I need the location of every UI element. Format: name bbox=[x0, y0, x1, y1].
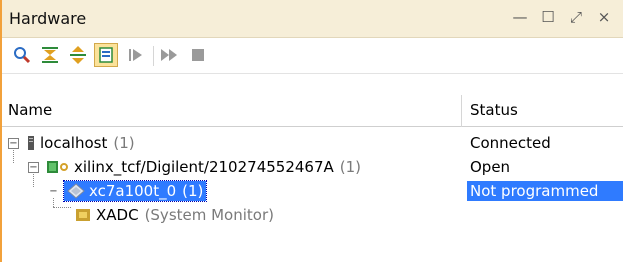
close-icon[interactable]: × bbox=[595, 6, 613, 28]
stop-trigger-icon[interactable] bbox=[186, 43, 210, 67]
run-trigger-icon[interactable] bbox=[124, 43, 148, 67]
status-cell: Connected bbox=[470, 134, 551, 152]
float-icon[interactable]: ⤢ bbox=[567, 6, 585, 28]
collapse-icon[interactable]: − bbox=[8, 138, 19, 149]
maximize-icon[interactable]: ☐ bbox=[539, 6, 557, 28]
tree-node: localhost (1) bbox=[26, 133, 135, 153]
panel-title-bar: Hardware — ☐ ⤢ × bbox=[2, 0, 623, 38]
node-label: xc7a100t_0 bbox=[89, 182, 177, 200]
run-trigger-immediate-icon[interactable] bbox=[158, 43, 182, 67]
jtag-cable-icon bbox=[46, 159, 70, 175]
table-row-selected[interactable]: − xc7a100t_0 (1) Not programmed bbox=[2, 179, 623, 203]
panel-title: Hardware bbox=[9, 9, 87, 28]
tree-node: XADC (System Monitor) bbox=[74, 205, 274, 225]
column-header-status[interactable]: Status bbox=[470, 101, 518, 119]
auto-connect-icon[interactable] bbox=[94, 43, 118, 67]
node-count: (1) bbox=[113, 134, 135, 152]
node-count: (1) bbox=[182, 182, 204, 200]
collapse-icon[interactable]: − bbox=[28, 162, 39, 173]
collapse-icon[interactable]: − bbox=[48, 186, 59, 197]
xadc-icon bbox=[74, 207, 92, 223]
status-cell: Open bbox=[470, 158, 511, 176]
server-icon bbox=[26, 135, 36, 151]
search-icon[interactable] bbox=[10, 43, 34, 67]
column-header-name[interactable]: Name bbox=[8, 101, 52, 119]
status-cell: Not programmed bbox=[467, 181, 623, 201]
fpga-device-icon bbox=[67, 183, 85, 199]
column-divider[interactable] bbox=[461, 95, 462, 127]
node-label: localhost bbox=[40, 134, 108, 152]
node-label: xilinx_tcf/Digilent/210274552467A bbox=[74, 158, 334, 176]
expand-all-icon[interactable] bbox=[66, 43, 90, 67]
table-row[interactable]: − xilinx_tcf/Digilent/210274552467A (1) O… bbox=[2, 155, 623, 179]
toolbar bbox=[2, 38, 623, 74]
window-controls: — ☐ ⤢ × bbox=[511, 6, 613, 28]
table-row[interactable]: XADC (System Monitor) bbox=[2, 203, 623, 227]
tree-node: xc7a100t_0 (1) bbox=[62, 180, 208, 202]
minimize-icon[interactable]: — bbox=[511, 6, 529, 28]
collapse-all-icon[interactable] bbox=[38, 43, 62, 67]
table-row[interactable]: − localhost (1) Connected bbox=[2, 131, 623, 155]
toolbar-separator bbox=[153, 46, 154, 66]
node-label: XADC bbox=[96, 206, 139, 224]
status-cell bbox=[467, 205, 470, 225]
table-header: Name Status bbox=[2, 95, 623, 127]
tree-node: xilinx_tcf/Digilent/210274552467A (1) bbox=[46, 157, 361, 177]
node-count: (1) bbox=[339, 158, 362, 176]
node-detail: (System Monitor) bbox=[144, 206, 274, 224]
